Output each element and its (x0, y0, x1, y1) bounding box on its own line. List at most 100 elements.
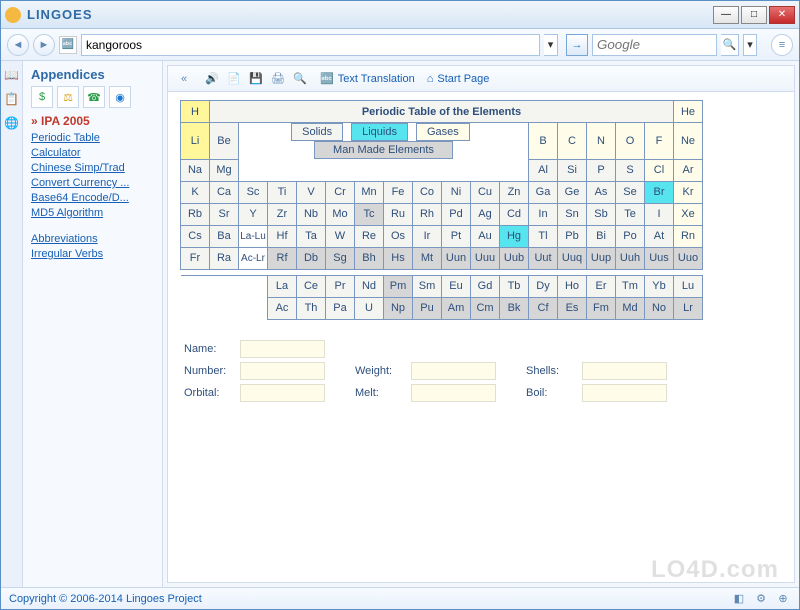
element-cell-Bh[interactable]: Bh (355, 247, 384, 269)
element-cell-Pu[interactable]: Pu (413, 297, 442, 319)
element-cell-Rf[interactable]: Rf (268, 247, 297, 269)
element-cell-Np[interactable]: Np (384, 297, 413, 319)
element-cell-Md[interactable]: Md (616, 297, 645, 319)
element-cell-In[interactable]: In (529, 203, 558, 225)
element-cell-Ag[interactable]: Ag (471, 203, 500, 225)
element-cell-H[interactable]: H (181, 101, 210, 123)
address-input[interactable] (81, 34, 540, 56)
address-dropdown[interactable]: ▾ (544, 34, 558, 56)
element-cell-Mt[interactable]: Mt (413, 247, 442, 269)
minimize-button[interactable]: — (713, 6, 739, 24)
element-cell-Ba[interactable]: Ba (210, 225, 239, 247)
element-cell-F[interactable]: F (645, 123, 674, 160)
element-cell-V[interactable]: V (297, 181, 326, 203)
element-cell-Cs[interactable]: Cs (181, 225, 210, 247)
element-cell-No[interactable]: No (645, 297, 674, 319)
element-cell-Eu[interactable]: Eu (442, 275, 471, 297)
forward-button[interactable]: ► (33, 34, 55, 56)
element-cell-Ta[interactable]: Ta (297, 225, 326, 247)
element-cell-P[interactable]: P (587, 159, 616, 181)
element-cell-Mg[interactable]: Mg (210, 159, 239, 181)
element-cell-Ni[interactable]: Ni (442, 181, 471, 203)
element-cell-Pm[interactable]: Pm (384, 275, 413, 297)
find-icon[interactable]: 🔍 (292, 71, 308, 87)
element-cell-Os[interactable]: Os (384, 225, 413, 247)
copy-icon[interactable]: 📄 (226, 71, 242, 87)
element-cell-Mo[interactable]: Mo (326, 203, 355, 225)
status-icon-3[interactable]: ⊕ (775, 591, 791, 607)
appendix-clock-icon[interactable]: ◉ (109, 86, 131, 108)
search-button[interactable]: 🔍 (721, 34, 739, 56)
element-cell-Au[interactable]: Au (471, 225, 500, 247)
element-cell-Sb[interactable]: Sb (587, 203, 616, 225)
element-cell-Pa[interactable]: Pa (326, 297, 355, 319)
menu-button[interactable]: ≡ (771, 34, 793, 56)
element-cell-Br[interactable]: Br (645, 181, 674, 203)
element-cell-K[interactable]: K (181, 181, 210, 203)
appendix-currency-icon[interactable]: $ (31, 86, 53, 108)
element-cell-U[interactable]: U (355, 297, 384, 319)
element-cell-Se[interactable]: Se (616, 181, 645, 203)
element-cell-La-Lu[interactable]: La-Lu (239, 225, 268, 247)
element-cell-Uun[interactable]: Uun (442, 247, 471, 269)
element-cell-Ir[interactable]: Ir (413, 225, 442, 247)
element-cell-Ge[interactable]: Ge (558, 181, 587, 203)
element-cell-Th[interactable]: Th (297, 297, 326, 319)
element-cell-Uuu[interactable]: Uuu (471, 247, 500, 269)
sidebar-link[interactable]: Irregular Verbs (31, 248, 154, 260)
element-cell-Sg[interactable]: Sg (326, 247, 355, 269)
element-cell-Uuq[interactable]: Uuq (558, 247, 587, 269)
element-cell-Cf[interactable]: Cf (529, 297, 558, 319)
element-cell-Uuo[interactable]: Uuo (674, 247, 703, 269)
element-cell-He[interactable]: He (674, 101, 703, 123)
element-cell-At[interactable]: At (645, 225, 674, 247)
element-cell-Ti[interactable]: Ti (268, 181, 297, 203)
element-cell-Sr[interactable]: Sr (210, 203, 239, 225)
appendix-scales-icon[interactable]: ⚖ (57, 86, 79, 108)
element-cell-Fe[interactable]: Fe (384, 181, 413, 203)
appendix-phone-icon[interactable]: ☎ (83, 86, 105, 108)
element-cell-Nb[interactable]: Nb (297, 203, 326, 225)
search-engine-dropdown[interactable]: ▾ (743, 34, 757, 56)
element-cell-Sn[interactable]: Sn (558, 203, 587, 225)
start-page-link[interactable]: ⌂ Start Page (427, 73, 490, 85)
text-translation-link[interactable]: 🔤 Text Translation (320, 72, 415, 85)
element-cell-Nd[interactable]: Nd (355, 275, 384, 297)
print-icon[interactable]: 🖨 (270, 71, 286, 87)
sidebar-link[interactable]: Base64 Encode/D... (31, 192, 154, 204)
element-cell-Ce[interactable]: Ce (297, 275, 326, 297)
element-cell-Tl[interactable]: Tl (529, 225, 558, 247)
element-cell-S[interactable]: S (616, 159, 645, 181)
element-cell-Am[interactable]: Am (442, 297, 471, 319)
element-cell-Dy[interactable]: Dy (529, 275, 558, 297)
element-cell-Rb[interactable]: Rb (181, 203, 210, 225)
element-cell-Yb[interactable]: Yb (645, 275, 674, 297)
element-cell-Pd[interactable]: Pd (442, 203, 471, 225)
element-cell-Cu[interactable]: Cu (471, 181, 500, 203)
element-cell-C[interactable]: C (558, 123, 587, 160)
element-cell-Pb[interactable]: Pb (558, 225, 587, 247)
element-cell-Xe[interactable]: Xe (674, 203, 703, 225)
element-cell-Uut[interactable]: Uut (529, 247, 558, 269)
element-cell-Tc[interactable]: Tc (355, 203, 384, 225)
element-cell-Gd[interactable]: Gd (471, 275, 500, 297)
save-icon[interactable]: 💾 (248, 71, 264, 87)
element-cell-Y[interactable]: Y (239, 203, 268, 225)
element-cell-Uub[interactable]: Uub (500, 247, 529, 269)
element-cell-W[interactable]: W (326, 225, 355, 247)
collapse-icon[interactable]: « (176, 71, 192, 87)
element-cell-Na[interactable]: Na (181, 159, 210, 181)
list-icon[interactable]: 📋 (4, 91, 20, 107)
element-cell-I[interactable]: I (645, 203, 674, 225)
element-cell-Hs[interactable]: Hs (384, 247, 413, 269)
element-cell-Al[interactable]: Al (529, 159, 558, 181)
element-cell-Rh[interactable]: Rh (413, 203, 442, 225)
element-cell-N[interactable]: N (587, 123, 616, 160)
back-button[interactable]: ◄ (7, 34, 29, 56)
element-cell-Cl[interactable]: Cl (645, 159, 674, 181)
sidebar-link[interactable]: Periodic Table (31, 132, 154, 144)
element-cell-Es[interactable]: Es (558, 297, 587, 319)
element-cell-Uup[interactable]: Uup (587, 247, 616, 269)
element-cell-Fm[interactable]: Fm (587, 297, 616, 319)
sidebar-link[interactable]: Convert Currency ... (31, 177, 154, 189)
